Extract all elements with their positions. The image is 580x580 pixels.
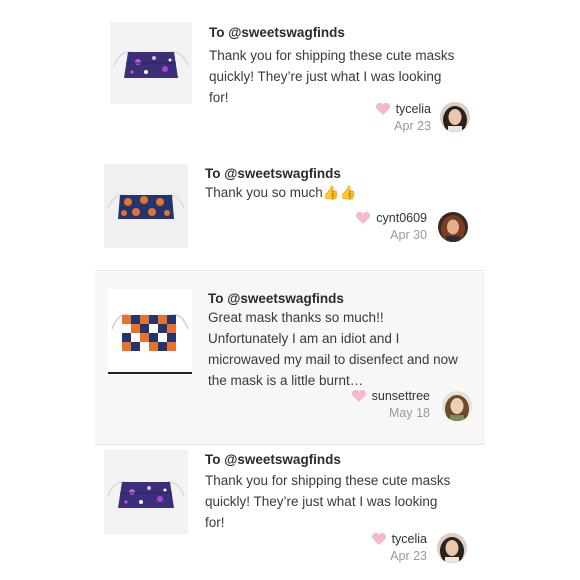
review-date: May 18: [389, 406, 430, 420]
review-meta: sunsettree May 18: [351, 389, 430, 420]
reviewer-avatar[interactable]: [438, 212, 468, 242]
orange-blue-checker-mask-image: [108, 289, 192, 375]
recipient-label: To @sweetswagfinds: [209, 25, 345, 40]
review-meta: tycelia Apr 23: [375, 102, 431, 133]
mask-thumbnail[interactable]: [108, 289, 192, 375]
review-message: Thank you for shipping these cute masks …: [209, 48, 455, 105]
recipient-label: To @sweetswagfinds: [205, 166, 341, 181]
reviewer-row: sunsettree: [351, 389, 430, 403]
reviewer-row: cynt0609: [355, 211, 427, 225]
review-message: Great mask thanks so much!! Unfortunatel…: [208, 310, 458, 388]
purple-galaxy-mask-image: [110, 22, 192, 104]
reviewer-username[interactable]: tycelia: [396, 102, 431, 116]
reviewer-avatar[interactable]: [437, 533, 467, 563]
reviewer-row: tycelia: [371, 532, 427, 546]
reviewer-username[interactable]: tycelia: [392, 532, 427, 546]
review-message-text: Thank you so much: [205, 185, 323, 200]
heart-icon[interactable]: [355, 211, 371, 225]
section-divider: [95, 444, 485, 445]
review-date: Apr 23: [390, 549, 427, 563]
reviewer-row: tycelia: [375, 102, 431, 116]
mask-thumbnail[interactable]: [104, 450, 188, 534]
orange-blue-basketball-mask-image: [104, 164, 188, 248]
recipient-label: To @sweetswagfinds: [205, 452, 341, 467]
heart-icon[interactable]: [351, 389, 367, 403]
thumbs-up-emoji: 👍👍: [322, 185, 357, 201]
section-divider: [95, 270, 485, 271]
heart-icon[interactable]: [375, 102, 391, 116]
review-message: Thank you so much👍👍: [205, 182, 455, 204]
review-message: Thank you for shipping these cute masks …: [205, 473, 451, 530]
reviewer-username[interactable]: sunsettree: [372, 389, 430, 403]
mask-thumbnail[interactable]: [110, 22, 192, 104]
reviewer-avatar[interactable]: [440, 102, 470, 132]
review-meta: cynt0609 Apr 30: [355, 211, 427, 242]
reviewer-avatar[interactable]: [442, 391, 472, 421]
review-date: Apr 30: [390, 228, 427, 242]
review-date: Apr 23: [394, 119, 431, 133]
purple-galaxy-mask-image: [104, 450, 188, 534]
heart-icon[interactable]: [371, 532, 387, 546]
review-meta: tycelia Apr 23: [371, 532, 427, 563]
mask-thumbnail[interactable]: [104, 164, 188, 248]
reviewer-username[interactable]: cynt0609: [376, 211, 427, 225]
recipient-label: To @sweetswagfinds: [208, 291, 344, 306]
